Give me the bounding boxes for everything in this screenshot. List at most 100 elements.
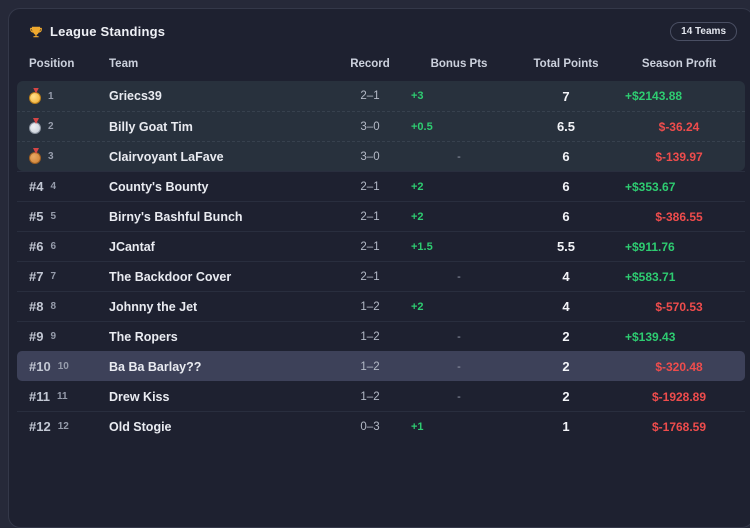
total-points-value: 2 [507,359,625,374]
rank-hash: #12 [29,419,51,434]
bonus-value: +3 [411,90,507,102]
position-cell: 3 [29,149,109,164]
position-cell: #4 4 [29,179,109,194]
position-cell: 2 [29,119,109,134]
table-row[interactable]: #4 4 County's Bounty 2–1 +2 6 +$353.67 [17,171,745,201]
table-row[interactable]: #12 12 Old Stogie 0–3 +1 1 $-1768.59 [17,411,745,441]
table-row[interactable]: 3 Clairvoyant LaFave 3–0 - 6 $-139.97 [17,141,745,171]
trophy-icon [29,25,43,39]
record-value: 2–1 [329,211,411,223]
rank-number: 6 [50,241,56,252]
table-row[interactable]: #8 8 Johnny the Jet 1–2 +2 4 $-570.53 [17,291,745,321]
team-name: County's Bounty [109,180,329,194]
rank-number: 12 [58,421,69,432]
position-cell: #10 10 [29,359,109,374]
total-points-value: 4 [507,299,625,314]
record-value: 2–1 [329,271,411,283]
bonus-value: +1 [411,421,507,433]
table-row[interactable]: #5 5 Birny's Bashful Bunch 2–1 +2 6 $-38… [17,201,745,231]
rank-hash: #10 [29,359,51,374]
bonus-value: - [411,151,507,163]
card-header: League Standings 14 Teams [9,9,750,50]
team-name: The Backdoor Cover [109,270,329,284]
bonus-value: +1.5 [411,241,507,253]
record-value: 3–0 [329,151,411,163]
position-cell: #11 11 [29,389,109,404]
bonus-value: - [411,331,507,343]
rank-number: 11 [57,391,68,402]
rank-hash: #5 [29,209,43,224]
profit-value: $-139.97 [625,150,733,164]
total-points-value: 2 [507,389,625,404]
table-row[interactable]: #11 11 Drew Kiss 1–2 - 2 $-1928.89 [17,381,745,411]
total-points-value: 7 [507,89,625,104]
rank-hash: #6 [29,239,43,254]
total-points-value: 1 [507,419,625,434]
team-name: Ba Ba Barlay?? [109,360,329,374]
team-name: Griecs39 [109,89,329,103]
bonus-value: +0.5 [411,121,507,133]
total-points-value: 6.5 [507,119,625,134]
record-value: 0–3 [329,421,411,433]
table-row[interactable]: #10 10 Ba Ba Barlay?? 1–2 - 2 $-320.48 [17,351,745,381]
rank-hash: #9 [29,329,43,344]
table-row[interactable]: #7 7 The Backdoor Cover 2–1 - 4 +$583.71 [17,261,745,291]
league-standings-card: League Standings 14 Teams Position Team … [8,8,750,528]
page-title: League Standings [50,24,165,39]
standings-table: Position Team Record Bonus Pts Total Poi… [9,50,750,441]
bonus-value: - [411,271,507,283]
table-row[interactable]: 2 Billy Goat Tim 3–0 +0.5 6.5 $-36.24 [17,111,745,141]
position-cell: #8 8 [29,299,109,314]
table-row[interactable]: #6 6 JCantaf 2–1 +1.5 5.5 +$911.76 [17,231,745,261]
rank-hash: #11 [29,389,50,404]
total-points-value: 4 [507,269,625,284]
record-value: 1–2 [329,331,411,343]
profit-value: $-320.48 [625,360,733,374]
profit-value: +$353.67 [625,180,733,194]
total-points-value: 6 [507,209,625,224]
team-name: JCantaf [109,240,329,254]
rank-number: 7 [50,271,56,282]
team-name: Johnny the Jet [109,300,329,314]
record-value: 3–0 [329,121,411,133]
bonus-value: +2 [411,181,507,193]
team-name: Drew Kiss [109,390,329,404]
bonus-value: +2 [411,301,507,313]
bonus-value: +2 [411,211,507,223]
table-row[interactable]: #9 9 The Ropers 1–2 - 2 +$139.43 [17,321,745,351]
profit-value: $-36.24 [625,120,733,134]
profit-value: $-1928.89 [625,390,733,404]
column-header-total-points: Total Points [507,58,625,70]
team-name: Billy Goat Tim [109,120,329,134]
total-points-value: 6 [507,149,625,164]
column-header-position: Position [29,58,109,70]
standings-rows: 1 Griecs39 2–1 +3 7 +$2143.88 2 Billy Go… [17,81,745,441]
profit-value: $-386.55 [625,210,733,224]
record-value: 1–2 [329,391,411,403]
position-cell: #7 7 [29,269,109,284]
rank-number: 3 [48,151,54,162]
profit-value: +$139.43 [625,330,733,344]
position-cell: 1 [29,89,109,104]
gold-medal-icon [29,92,41,104]
position-cell: #6 6 [29,239,109,254]
profit-value: +$583.71 [625,270,733,284]
total-points-value: 5.5 [507,239,625,254]
record-value: 2–1 [329,181,411,193]
bonus-value: - [411,361,507,373]
table-row[interactable]: 1 Griecs39 2–1 +3 7 +$2143.88 [17,81,745,111]
rank-number: 5 [50,211,56,222]
total-points-value: 6 [507,179,625,194]
team-count-badge: 14 Teams [670,22,737,41]
column-header-season-profit: Season Profit [625,58,733,70]
rank-hash: #4 [29,179,43,194]
rank-number: 8 [50,301,56,312]
rank-number: 4 [50,181,56,192]
bonus-value: - [411,391,507,403]
rank-hash: #8 [29,299,43,314]
title-wrap: League Standings [29,24,165,39]
profit-value: +$911.76 [625,240,733,254]
total-points-value: 2 [507,329,625,344]
record-value: 1–2 [329,301,411,313]
rank-number: 9 [50,331,56,342]
